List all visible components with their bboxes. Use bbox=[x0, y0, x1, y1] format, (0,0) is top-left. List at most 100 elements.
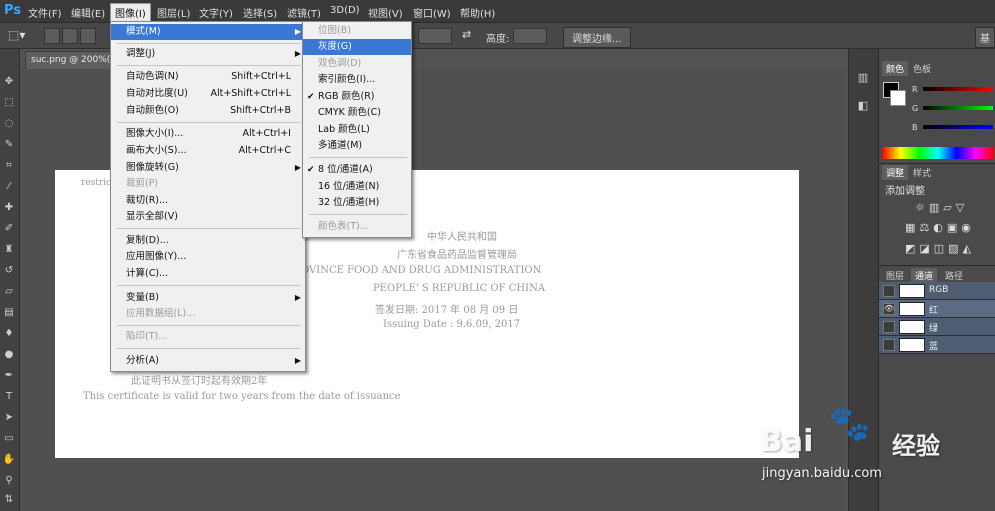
image-menu-canvas-size[interactable]: 画布大小(S)... Alt+Ctrl+C bbox=[111, 143, 305, 159]
mode-grayscale[interactable]: 灰度(G) bbox=[303, 39, 411, 55]
menu-view[interactable]: 视图(V) bbox=[368, 5, 403, 20]
image-menu-auto-contrast[interactable]: 自动对比度(U) Alt+Shift+Ctrl+L bbox=[111, 86, 305, 102]
mode-rgb-color[interactable]: ✔ RGB 颜色(R) bbox=[303, 89, 411, 105]
photoshop-logo: Ps bbox=[4, 3, 22, 18]
crop-tool-icon[interactable]: ⌗ bbox=[2, 159, 16, 173]
mode-multichannel[interactable]: 多通道(M) bbox=[303, 138, 411, 154]
channel-row-red[interactable]: 👁 红 bbox=[879, 300, 995, 318]
paw-icon: 🐾 bbox=[828, 404, 871, 444]
blur-tool-icon[interactable]: ♦ bbox=[2, 327, 16, 341]
menu-help[interactable]: 帮助(H) bbox=[460, 5, 495, 20]
zoom-tool-icon[interactable]: ⚲ bbox=[2, 474, 16, 488]
image-menu-auto-color[interactable]: 自动颜色(O) Shift+Ctrl+B bbox=[111, 103, 305, 119]
image-menu-apply-image[interactable]: 应用图像(Y)... bbox=[111, 249, 305, 265]
background-color-swatch[interactable] bbox=[890, 90, 906, 106]
workspace-button[interactable]: 基 bbox=[975, 27, 995, 48]
tab-adjustments[interactable]: 调整 bbox=[882, 165, 909, 180]
menu-edit[interactable]: 编辑(E) bbox=[71, 5, 105, 20]
channel-row-rgb[interactable]: RGB bbox=[879, 282, 995, 300]
tab-layers[interactable]: 图层 bbox=[882, 268, 908, 283]
document-tab[interactable]: suc.png @ 200%( bbox=[25, 51, 122, 69]
menu-3d[interactable]: 3D(D) bbox=[330, 5, 360, 16]
height-field[interactable] bbox=[513, 28, 547, 44]
adjustment-icons-row-3[interactable]: ◩◪◫▨◭ bbox=[905, 242, 975, 255]
path-select-icon[interactable]: ➤ bbox=[2, 411, 16, 425]
channel-name: 绿 bbox=[929, 324, 939, 334]
tab-swatches[interactable]: 色板 bbox=[909, 61, 935, 76]
menu-filter[interactable]: 滤镜(T) bbox=[287, 5, 321, 20]
visibility-eye-icon[interactable] bbox=[883, 285, 895, 297]
menu-file[interactable]: 文件(F) bbox=[28, 5, 62, 20]
tab-color[interactable]: 颜色 bbox=[882, 61, 909, 76]
new-selection-icon[interactable] bbox=[44, 28, 60, 44]
mode-lab-color[interactable]: Lab 颜色(L) bbox=[303, 122, 411, 138]
eyedropper-tool-icon[interactable]: ⁄ bbox=[2, 180, 16, 194]
hand-tool-icon[interactable]: ✋ bbox=[2, 453, 16, 467]
menu-type[interactable]: 文字(Y) bbox=[199, 5, 233, 20]
subtract-selection-icon[interactable] bbox=[80, 28, 96, 44]
move-tool-icon[interactable]: ✥ bbox=[2, 75, 16, 89]
image-menu-reveal-all[interactable]: 显示全部(V) bbox=[111, 209, 305, 225]
channel-row-blue[interactable]: 蓝 bbox=[879, 336, 995, 354]
mode-32-bit[interactable]: 32 位/通道(H) bbox=[303, 195, 411, 211]
swap-dimensions-icon[interactable]: ⇄ bbox=[462, 28, 471, 41]
image-menu-image-rotation[interactable]: 图像旋转(G) ▶ bbox=[111, 160, 305, 176]
mode-8-bit[interactable]: ✔ 8 位/通道(A) bbox=[303, 162, 411, 178]
add-selection-icon[interactable] bbox=[62, 28, 78, 44]
marquee-preset-icon[interactable]: ⬚▾ bbox=[8, 28, 25, 42]
tab-channels[interactable]: 通道 bbox=[911, 268, 938, 283]
image-menu-auto-tone[interactable]: 自动色调(N) Shift+Ctrl+L bbox=[111, 69, 305, 85]
healing-brush-icon[interactable]: ✚ bbox=[2, 201, 16, 215]
menu-separator bbox=[117, 348, 301, 349]
adjustment-icons-row-2[interactable]: ▦⚖◐▣◉ bbox=[905, 221, 975, 234]
image-menu-analysis[interactable]: 分析(A) ▶ bbox=[111, 353, 305, 369]
marquee-tool-icon[interactable]: ⬚ bbox=[2, 96, 16, 110]
clone-stamp-icon[interactable]: ♜ bbox=[2, 243, 16, 257]
visibility-eye-icon[interactable] bbox=[883, 339, 895, 351]
history-panel-icon[interactable]: ▥ bbox=[856, 71, 870, 85]
mode-cmyk-color[interactable]: CMYK 颜色(C) bbox=[303, 105, 411, 121]
adjustment-icons-row-1[interactable]: ☼▥▱▽ bbox=[915, 201, 968, 214]
tab-paths[interactable]: 路径 bbox=[941, 268, 967, 283]
brush-tool-icon[interactable]: ✐ bbox=[2, 222, 16, 236]
green-slider[interactable] bbox=[923, 106, 993, 110]
mode-16-bit[interactable]: 16 位/通道(N) bbox=[303, 179, 411, 195]
rectangle-tool-icon[interactable]: ▭ bbox=[2, 432, 16, 446]
gradient-tool-icon[interactable]: ▤ bbox=[2, 306, 16, 320]
red-slider[interactable] bbox=[923, 87, 993, 91]
width-field[interactable] bbox=[418, 28, 452, 44]
channel-row-green[interactable]: 绿 bbox=[879, 318, 995, 336]
menu-separator bbox=[117, 228, 301, 229]
lasso-tool-icon[interactable]: ◌ bbox=[2, 117, 16, 131]
certificate-line-7: 此证明书从签订时起有效期2年 bbox=[131, 376, 268, 387]
image-menu-calculations[interactable]: 计算(C)... bbox=[111, 266, 305, 282]
default-colors-icon[interactable]: ⇅ bbox=[2, 493, 16, 507]
menu-layer[interactable]: 图层(L) bbox=[157, 5, 190, 20]
image-menu-adjustments[interactable]: 调整(J) ▶ bbox=[111, 46, 305, 62]
dodge-tool-icon[interactable]: ● bbox=[2, 348, 16, 362]
visibility-eye-icon[interactable] bbox=[883, 321, 895, 333]
image-menu-duplicate[interactable]: 复制(D)... bbox=[111, 233, 305, 249]
visibility-eye-icon[interactable]: 👁 bbox=[883, 303, 895, 315]
quick-select-tool-icon[interactable]: ✎ bbox=[2, 138, 16, 152]
tab-styles[interactable]: 样式 bbox=[909, 165, 935, 180]
image-menu-trim[interactable]: 裁切(R)... bbox=[111, 193, 305, 209]
blue-slider[interactable] bbox=[923, 125, 993, 129]
watermark-url: jingyan.baidu.com bbox=[762, 466, 882, 481]
refine-edge-button[interactable]: 调整边缘... bbox=[563, 27, 631, 48]
type-tool-icon[interactable]: T bbox=[2, 390, 16, 404]
image-menu-apply-data-set: 应用数据组(L)... bbox=[126, 308, 196, 319]
history-brush-icon[interactable]: ↺ bbox=[2, 264, 16, 278]
menu-window[interactable]: 窗口(W) bbox=[413, 5, 451, 20]
image-menu-image-size[interactable]: 图像大小(I)... Alt+Ctrl+I bbox=[111, 126, 305, 142]
menu-separator bbox=[117, 122, 301, 123]
image-menu-mode[interactable]: 模式(M) ▶ bbox=[111, 24, 305, 40]
pen-tool-icon[interactable]: ✒ bbox=[2, 369, 16, 383]
properties-panel-icon[interactable]: ◧ bbox=[856, 99, 870, 113]
menu-select[interactable]: 选择(S) bbox=[243, 5, 277, 20]
color-spectrum-bar[interactable] bbox=[882, 147, 994, 159]
mode-indexed-color[interactable]: 索引颜色(I)... bbox=[303, 72, 411, 88]
image-menu-variables[interactable]: 变量(B) ▶ bbox=[111, 290, 305, 306]
eraser-tool-icon[interactable]: ▱ bbox=[2, 285, 16, 299]
menu-image[interactable]: 图像(I) bbox=[110, 3, 151, 22]
